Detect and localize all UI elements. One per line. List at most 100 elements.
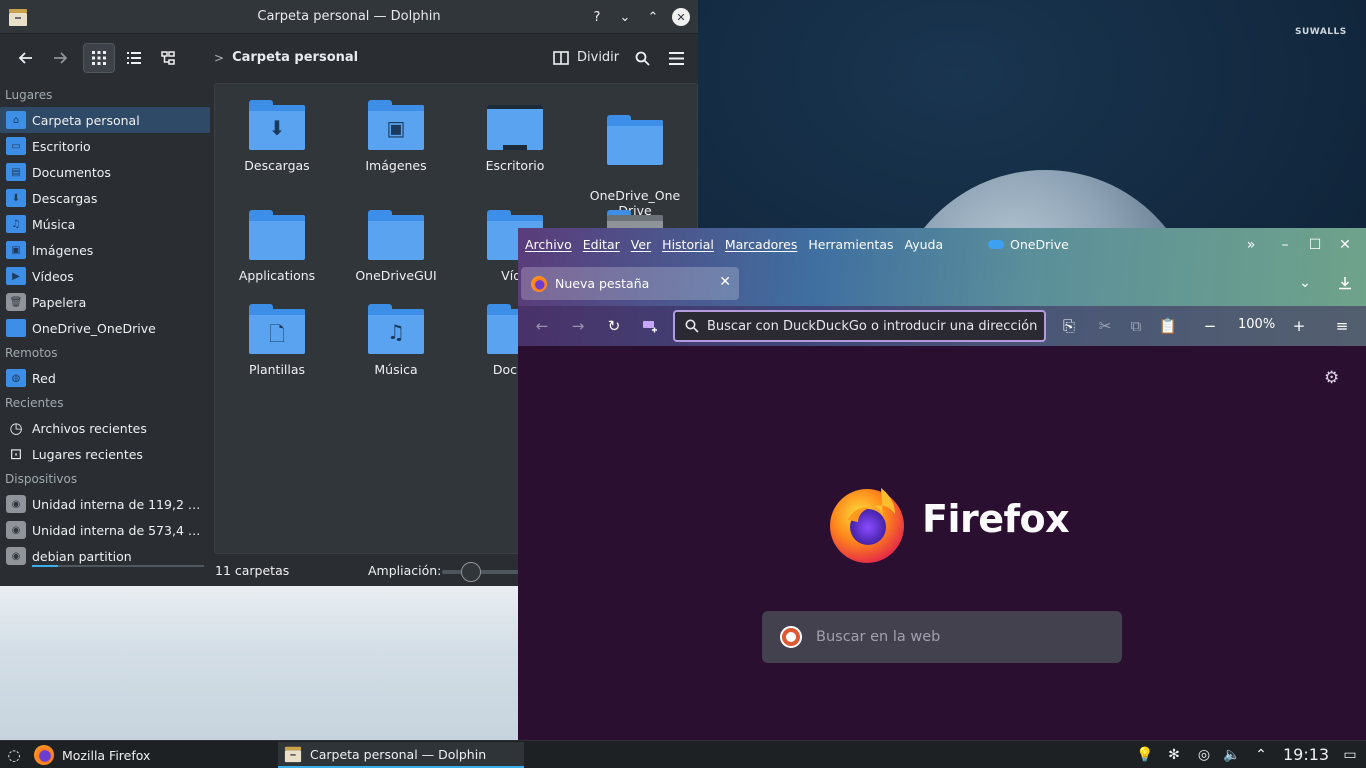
gear-icon[interactable]: ⚙ — [1324, 368, 1339, 388]
file-item[interactable]: OneDriveGUI — [336, 210, 456, 283]
sidebar-item-label: Unidad interna de 573,4 GiB... — [32, 522, 208, 538]
overflow-chevron-button[interactable]: » — [1240, 234, 1262, 256]
arrow-right-icon: → — [571, 317, 585, 335]
sidebar-item-desktop[interactable]: ▭ Escritorio — [0, 133, 212, 159]
sidebar-item-downloads[interactable]: ⬇ Descargas — [0, 185, 212, 211]
sidebar-item-trash[interactable]: 🗑 Papelera — [0, 289, 212, 315]
sidebar-item-label: Lugares recientes — [32, 446, 143, 462]
pictures-folder-icon: ▣ — [368, 100, 424, 150]
tree-view-button[interactable] — [154, 43, 182, 73]
file-item-label: OneDriveGUI — [355, 268, 437, 283]
file-item-label: Música — [374, 362, 418, 377]
file-item[interactable]: Applications — [217, 210, 337, 283]
extension-button[interactable] — [639, 315, 661, 337]
show-desktop-icon[interactable]: ▭ — [1340, 745, 1360, 765]
sidebar-item-recent-files[interactable]: ◷ Archivos recientes — [0, 415, 212, 441]
sidebar-item-recent-places[interactable]: ⊡ Lugares recientes — [0, 441, 212, 467]
sidebar-item-network[interactable]: ◍ Red — [0, 365, 212, 391]
menu-marcadores[interactable]: Marcadores — [725, 237, 798, 252]
web-search-placeholder: Buscar en la web — [816, 629, 941, 645]
cut-button[interactable]: ✂ — [1094, 315, 1116, 337]
downloads-folder-icon: ⬇ — [6, 189, 26, 207]
url-bar[interactable]: Buscar con DuckDuckGo o introducir una d… — [673, 310, 1046, 342]
details-view-button[interactable] — [120, 43, 148, 73]
network-icon[interactable]: ◎ — [1194, 745, 1214, 765]
forward-button[interactable] — [46, 43, 74, 73]
copy-icon: ⧉ — [1130, 317, 1142, 335]
sidebar-item-documents[interactable]: ▤ Documentos — [0, 159, 212, 185]
list-icon — [127, 52, 141, 64]
back-button[interactable] — [12, 43, 40, 73]
web-search-box[interactable]: Buscar en la web — [762, 611, 1122, 663]
help-button[interactable]: ? — [588, 8, 606, 26]
ff-close-button[interactable]: ✕ — [1334, 234, 1356, 256]
folder-icon — [368, 210, 424, 260]
split-button-label: Dividir — [577, 50, 620, 65]
clipboard-paste-button[interactable]: ⎘ — [1058, 315, 1080, 337]
reload-button[interactable]: ↻ — [603, 315, 625, 337]
chevron-up-icon[interactable]: ⌃ — [1251, 745, 1271, 765]
file-item[interactable]: ⬇ Descargas — [217, 100, 337, 173]
file-item[interactable]: 🗋 Plantillas — [217, 304, 337, 377]
dolphin-titlebar[interactable]: Carpeta personal — Dolphin ? ⌄ ⌃ ✕ — [0, 0, 698, 34]
app-menu-button[interactable]: ≡ — [1331, 315, 1353, 337]
sidebar-item-device[interactable]: ◉ Unidad interna de 119,2 GiB ... — [0, 491, 212, 517]
task-dolphin[interactable]: Carpeta personal — Dolphin — [278, 742, 524, 768]
tab-close-icon[interactable]: ✕ — [719, 274, 731, 290]
file-item[interactable]: ♫ Música — [336, 304, 456, 377]
list-tabs-button[interactable]: ⌄ — [1294, 272, 1316, 294]
copy-button[interactable]: ⧉ — [1125, 315, 1147, 337]
bluetooth-off-icon[interactable]: ✻ — [1164, 745, 1184, 765]
menu-editar[interactable]: Editar — [583, 237, 620, 252]
drive-icon: ◉ — [6, 495, 26, 513]
onedrive-indicator[interactable]: OneDrive — [988, 237, 1069, 252]
volume-icon[interactable]: 🔈 — [1222, 745, 1242, 765]
sidebar-item-videos[interactable]: ▶ Vídeos — [0, 263, 212, 289]
ff-maximize-button[interactable]: ☐ — [1304, 234, 1326, 256]
zoom-level[interactable]: 100% — [1238, 317, 1275, 332]
grid-icon — [92, 51, 106, 65]
minimize-icon: – — [1281, 237, 1289, 253]
file-item[interactable]: Escritorio — [455, 100, 575, 173]
sidebar-item-music[interactable]: ♫ Música — [0, 211, 212, 237]
application-launcher-icon[interactable]: ◌ — [4, 745, 24, 765]
menu-herramientas[interactable]: Herramientas — [808, 237, 893, 252]
tab-new-tab[interactable]: Nueva pestaña ✕ — [521, 267, 739, 300]
icons-view-button[interactable] — [83, 43, 115, 73]
minimize-button[interactable]: ⌄ — [616, 8, 634, 26]
forward-button[interactable]: → — [567, 315, 589, 337]
breadcrumb[interactable]: > Carpeta personal — [214, 50, 358, 65]
arrow-left-icon: ← — [535, 317, 549, 335]
split-button[interactable]: Dividir — [553, 50, 619, 65]
split-view-icon — [553, 50, 569, 65]
zoom-slider-track[interactable] — [442, 570, 522, 574]
ff-minimize-button[interactable]: – — [1274, 234, 1296, 256]
sidebar-item-device[interactable]: ◉ debian partition — [0, 543, 212, 569]
menu-button[interactable] — [662, 43, 690, 73]
sidebar-item-device[interactable]: ◉ Unidad interna de 573,4 GiB... — [0, 517, 212, 543]
sidebar-item-home[interactable]: ⌂ Carpeta personal — [0, 107, 210, 133]
clock[interactable]: 19:13 — [1283, 745, 1329, 764]
file-item-label: Applications — [238, 268, 316, 283]
task-firefox[interactable]: Mozilla Firefox — [28, 742, 274, 768]
zoom-slider-handle[interactable] — [461, 562, 481, 582]
menu-archivo[interactable]: Archivo — [525, 237, 572, 252]
menu-ver[interactable]: Ver — [631, 237, 651, 252]
sidebar-item-onedrive[interactable]: OneDrive_OneDrive — [0, 315, 212, 341]
file-item-label: Plantillas — [248, 362, 306, 377]
sidebar-item-pictures[interactable]: ▣ Imágenes — [0, 237, 212, 263]
menu-historial[interactable]: Historial — [662, 237, 714, 252]
close-button[interactable]: ✕ — [672, 8, 690, 26]
notification-pin-icon[interactable]: 💡 — [1135, 745, 1155, 765]
folder-icon — [249, 210, 305, 260]
back-button[interactable]: ← — [531, 315, 553, 337]
maximize-button[interactable]: ⌃ — [644, 8, 662, 26]
search-button[interactable] — [628, 43, 656, 73]
zoom-out-button[interactable]: − — [1199, 315, 1221, 337]
zoom-in-button[interactable]: + — [1288, 315, 1310, 337]
menu-ayuda[interactable]: Ayuda — [905, 237, 944, 252]
file-item[interactable]: ▣ Imágenes — [336, 100, 456, 173]
paste-button[interactable]: 📋 — [1157, 315, 1179, 337]
downloads-button[interactable] — [1334, 272, 1356, 294]
breadcrumb-current[interactable]: Carpeta personal — [232, 50, 358, 65]
